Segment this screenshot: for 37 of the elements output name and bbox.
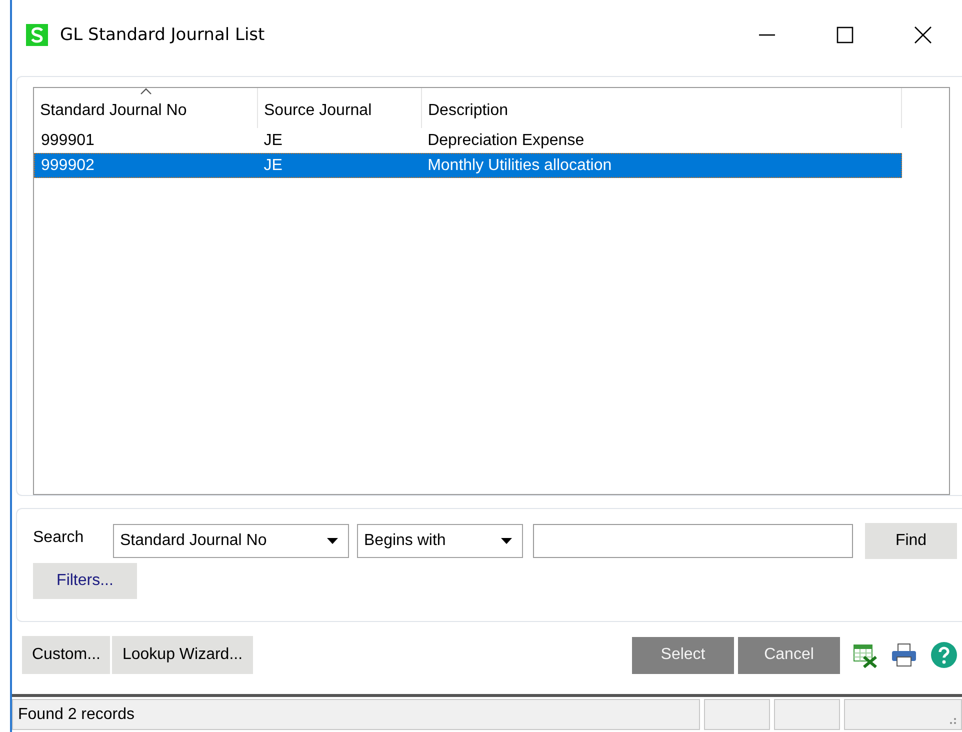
status-panel xyxy=(704,699,770,730)
status-panel xyxy=(774,699,840,730)
print-icon[interactable] xyxy=(890,642,918,668)
filters-button[interactable]: Filters... xyxy=(33,563,137,599)
find-button[interactable]: Find xyxy=(865,523,957,559)
column-header[interactable]: Description xyxy=(422,88,902,128)
column-label: Source Journal xyxy=(264,102,372,120)
column-label: Description xyxy=(428,102,508,120)
dropdown[interactable]: Begins with xyxy=(357,524,523,558)
caret-icon xyxy=(327,538,338,544)
caret-icon xyxy=(501,538,512,544)
window-title: GL Standard Journal List xyxy=(60,25,266,45)
table-cell-text: Monthly Utilities allocation xyxy=(426,156,613,174)
action-button[interactable]: Select xyxy=(632,636,734,674)
resize-grip-icon[interactable] xyxy=(949,717,957,725)
column-label: Standard Journal No xyxy=(40,102,187,120)
search-field[interactable] xyxy=(533,524,853,558)
search-label: Search xyxy=(33,529,85,547)
dropdown[interactable]: Standard Journal No xyxy=(113,524,349,558)
table-cell-text: Depreciation Expense xyxy=(426,132,586,150)
table-cell-text: 999902 xyxy=(40,156,96,174)
app-logo-icon xyxy=(26,24,48,46)
table-cell-text: 999901 xyxy=(40,132,96,150)
action-button[interactable]: Cancel xyxy=(738,636,840,674)
table-row[interactable]: 999901 JE Depreciation Expense xyxy=(34,128,902,153)
maximize-icon[interactable] xyxy=(836,26,854,44)
spreadsheet-export-icon[interactable] xyxy=(852,642,878,668)
column-header[interactable]: Source Journal xyxy=(258,88,422,128)
toolbar-button[interactable]: Lookup Wizard... xyxy=(112,636,253,674)
column-header[interactable]: Standard Journal No xyxy=(34,88,258,128)
table-cell-text: JE xyxy=(262,132,284,150)
help-icon[interactable] xyxy=(930,641,958,669)
close-icon[interactable] xyxy=(914,26,932,44)
status-text: Found 2 records xyxy=(12,699,700,730)
toolbar-button[interactable]: Custom... xyxy=(22,636,110,674)
table-row[interactable]: 999902 JE Monthly Utilities allocation xyxy=(34,153,902,178)
table-cell-text: JE xyxy=(262,156,284,174)
